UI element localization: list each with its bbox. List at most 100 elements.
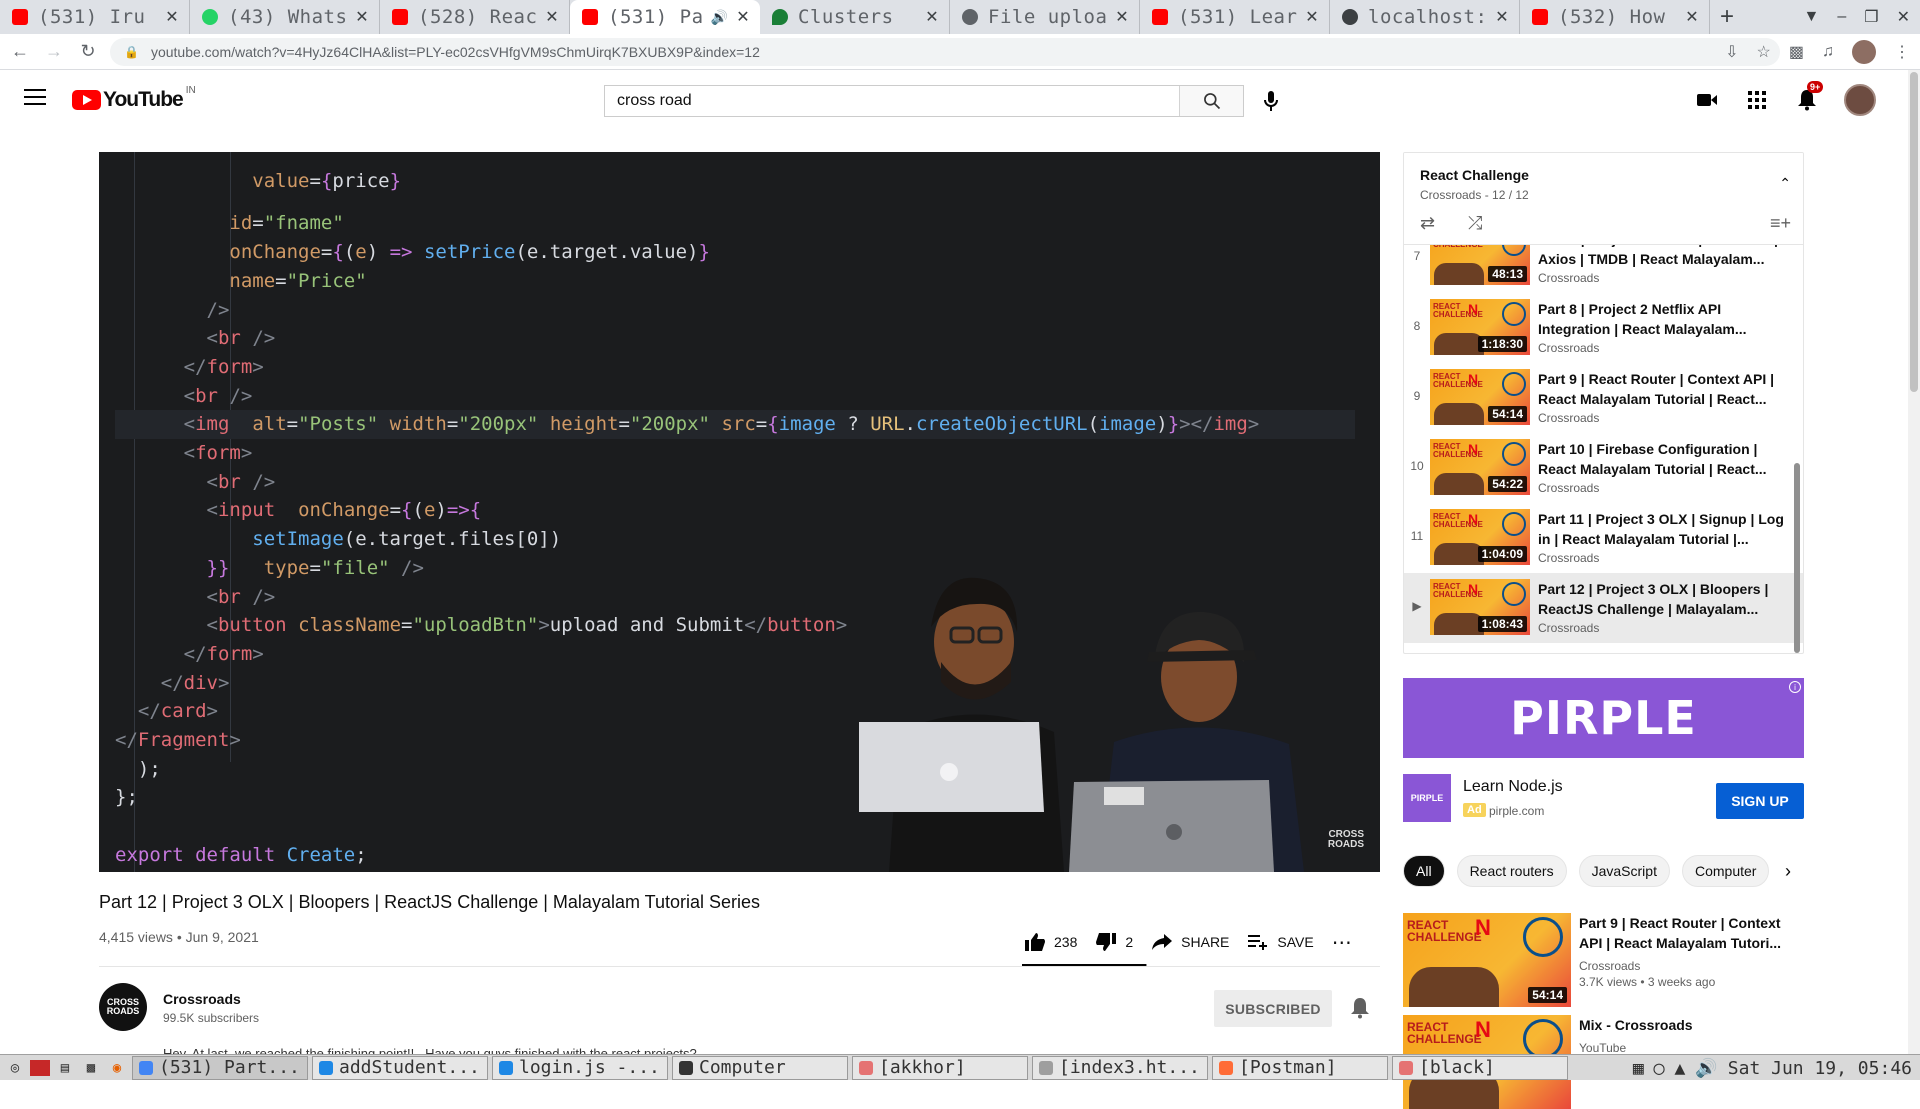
- speaker-icon[interactable]: 🔊: [711, 9, 728, 26]
- volume-icon[interactable]: 🔊: [1695, 1058, 1717, 1079]
- system-menu-icon[interactable]: ◎: [4, 1057, 26, 1079]
- close-tab-icon[interactable]: ✕: [163, 7, 181, 27]
- loop-icon[interactable]: ⇄: [1420, 213, 1435, 234]
- tab-search-icon[interactable]: ▼: [1804, 8, 1820, 26]
- browser-menu-icon[interactable]: ⋮: [1894, 42, 1910, 62]
- close-tab-icon[interactable]: ✕: [1493, 7, 1511, 27]
- playlist-item-title[interactable]: Part 10 | Firebase Configuration | React…: [1538, 439, 1788, 479]
- video-thumbnail[interactable]: REACT CHALLENGE N 54:22: [1430, 439, 1530, 495]
- media-control-icon[interactable]: ♫: [1822, 43, 1834, 61]
- related-video-title[interactable]: Part 9 | React Router | Context API | Re…: [1579, 913, 1804, 953]
- playlist-item-title[interactable]: Part 11 | Project 3 OLX | Signup | Log i…: [1538, 509, 1788, 549]
- ad-logo[interactable]: PIRPLE: [1403, 774, 1451, 822]
- playlist-item[interactable]: 11 REACT CHALLENGE N 1:04:09 Part 11 | Projec…: [1404, 503, 1803, 573]
- shield-icon[interactable]: ◯: [1654, 1058, 1665, 1079]
- notification-bell-button[interactable]: [1348, 996, 1372, 1020]
- close-tab-icon[interactable]: ✕: [1683, 7, 1701, 27]
- close-tab-icon[interactable]: ✕: [923, 7, 941, 27]
- taskbar-task[interactable]: (531) Part...: [132, 1055, 308, 1080]
- taskbar-task[interactable]: addStudent...: [312, 1055, 488, 1080]
- playlist-item[interactable]: ▶ REACT CHALLENGE N 1:08:43 Part 12 | Project…: [1404, 573, 1803, 643]
- create-video-button[interactable]: [1694, 87, 1720, 113]
- playlist-item[interactable]: 9 REACT CHALLENGE N 54:14 Part 9 | React Rout…: [1404, 363, 1803, 433]
- terminal-launcher-icon[interactable]: ▩: [80, 1057, 102, 1079]
- reload-icon[interactable]: ↻: [74, 38, 102, 66]
- save-button[interactable]: SAVE: [1247, 933, 1314, 951]
- back-icon[interactable]: ←: [6, 38, 34, 66]
- filter-chip[interactable]: All: [1403, 855, 1445, 887]
- taskbar-task[interactable]: [akkhor]: [852, 1055, 1028, 1080]
- close-tab-icon[interactable]: ✕: [1303, 7, 1321, 27]
- video-thumbnail[interactable]: REACT CHALLENGE N 1:08:43: [1430, 579, 1530, 635]
- close-tab-icon[interactable]: ✕: [734, 7, 752, 27]
- browser-tab[interactable]: (532) How ✕: [1520, 0, 1710, 34]
- firefox-launcher-icon[interactable]: ◉: [106, 1057, 128, 1079]
- apps-button[interactable]: [1744, 87, 1770, 113]
- filter-chip[interactable]: JavaScript: [1578, 855, 1670, 887]
- network-icon[interactable]: ▲: [1675, 1058, 1686, 1079]
- video-thumbnail[interactable]: REACT CHALLENGE N 54:14: [1430, 369, 1530, 425]
- ad-title[interactable]: Learn Node.js: [1463, 778, 1563, 796]
- browser-tab[interactable]: (528) Reac ✕: [380, 0, 570, 34]
- ad-info-icon[interactable]: i: [1789, 681, 1801, 693]
- guide-menu-icon[interactable]: [24, 86, 46, 108]
- like-button[interactable]: 238: [1024, 932, 1077, 952]
- playlist-item-title[interactable]: Part 12 | Project 3 OLX | Bloopers | Rea…: [1538, 579, 1788, 619]
- youtube-logo[interactable]: YouTube IN: [72, 85, 196, 112]
- taskbar-task[interactable]: [Postman]: [1212, 1055, 1388, 1080]
- playlist-title[interactable]: React Challenge: [1420, 167, 1529, 183]
- video-thumbnail[interactable]: REACTCHALLENGEN48:13: [1430, 245, 1530, 285]
- playlist-item[interactable]: 8 REACT CHALLENGE N 1:18:30 Part 8 | Project …: [1404, 293, 1803, 363]
- clock[interactable]: Sat Jun 19, 05:46: [1728, 1058, 1912, 1079]
- playlist-scrollbar[interactable]: [1794, 463, 1800, 653]
- close-tab-icon[interactable]: ✕: [543, 7, 561, 27]
- related-video[interactable]: REACT CHALLENGE N 54:14 Part 9 | React Route…: [1403, 913, 1804, 1007]
- browser-tab[interactable]: (531) Lear ✕: [1140, 0, 1330, 34]
- playlist-item-title[interactable]: Part 7 | Project 2 Netflix | REST API | …: [1538, 245, 1788, 269]
- close-tab-icon[interactable]: ✕: [1113, 7, 1131, 27]
- filter-chip[interactable]: React routers: [1456, 855, 1567, 887]
- forward-icon[interactable]: →: [40, 38, 68, 66]
- close-window-icon[interactable]: ✕: [1897, 7, 1910, 27]
- share-button[interactable]: SHARE: [1151, 933, 1229, 951]
- new-tab-button[interactable]: +: [1710, 0, 1744, 34]
- more-actions-button[interactable]: ⋯: [1332, 930, 1353, 955]
- browser-tab[interactable]: Clusters ✕: [760, 0, 950, 34]
- browser-tab[interactable]: localhost: ✕: [1330, 0, 1520, 34]
- files-launcher-icon[interactable]: ▤: [54, 1057, 76, 1079]
- address-bar[interactable]: 🔒 youtube.com/watch?v=4HyJz64ClHA&list=P…: [110, 38, 1780, 66]
- account-avatar[interactable]: [1844, 84, 1876, 116]
- video-thumbnail[interactable]: REACT CHALLENGE N 1:04:09: [1430, 509, 1530, 565]
- channel-name[interactable]: Crossroads: [163, 991, 241, 1007]
- taskbar-task[interactable]: Computer: [672, 1055, 848, 1080]
- bookmark-star-icon[interactable]: ☆: [1757, 42, 1771, 62]
- subscribed-button[interactable]: SUBSCRIBED: [1214, 990, 1332, 1027]
- taskbar-task[interactable]: login.js -...: [492, 1055, 668, 1080]
- browser-profile-avatar[interactable]: [1852, 40, 1876, 64]
- collapse-chevron-icon[interactable]: ⌃: [1779, 175, 1791, 192]
- chevron-right-icon[interactable]: ›: [1772, 855, 1804, 887]
- playlist-item-title[interactable]: Part 9 | React Router | Context API | Re…: [1538, 369, 1788, 409]
- filter-chip[interactable]: Computer: [1681, 855, 1770, 887]
- playlist-item-title[interactable]: Part 8 | Project 2 Netflix API Integrati…: [1538, 299, 1788, 339]
- show-desktop-icon[interactable]: [30, 1059, 50, 1076]
- voice-search-button[interactable]: [1258, 88, 1284, 114]
- browser-tab[interactable]: (531) Iru ✕: [0, 0, 190, 34]
- search-button[interactable]: [1179, 86, 1243, 116]
- browser-tab[interactable]: (531) Pa 🔊 ✕: [570, 0, 760, 34]
- taskbar-task[interactable]: [black]: [1392, 1055, 1568, 1080]
- scrollbar-thumb[interactable]: [1910, 72, 1918, 392]
- dislike-button[interactable]: 2: [1095, 932, 1133, 952]
- clipboard-icon[interactable]: ▦: [1633, 1058, 1644, 1079]
- related-video-title[interactable]: Mix - Crossroads: [1579, 1015, 1804, 1035]
- close-tab-icon[interactable]: ✕: [353, 7, 371, 27]
- channel-avatar[interactable]: CROSS ROADS: [99, 983, 147, 1031]
- video-thumbnail[interactable]: REACT CHALLENGE N 54:14: [1403, 913, 1571, 1007]
- minimize-icon[interactable]: –: [1837, 8, 1846, 26]
- search-input[interactable]: [605, 86, 1179, 116]
- restore-icon[interactable]: ❐: [1864, 7, 1878, 27]
- notifications-button[interactable]: 9+: [1794, 81, 1824, 113]
- ad-signup-button[interactable]: SIGN UP: [1716, 783, 1804, 819]
- playlist-item[interactable]: 10 REACT CHALLENGE N 54:22 Part 10 | Firebase…: [1404, 433, 1803, 503]
- ad-banner[interactable]: PIRPLE i: [1403, 678, 1804, 758]
